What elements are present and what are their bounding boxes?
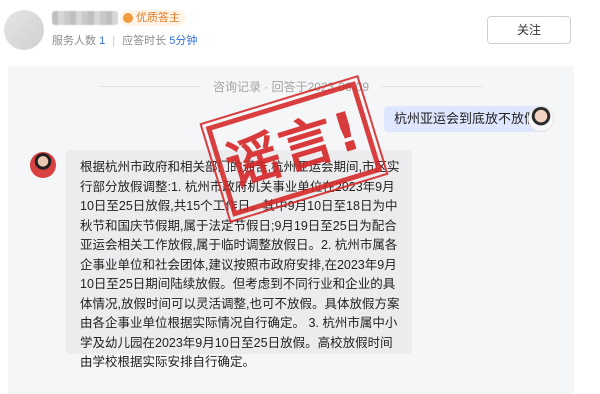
follow-button[interactable]: 关注 bbox=[487, 16, 571, 44]
answerer-stats: 服务人数 1 | 应答时长 5分钟 bbox=[52, 32, 197, 48]
answerer-avatar[interactable] bbox=[4, 10, 44, 50]
answerer-chat-avatar bbox=[30, 152, 56, 178]
answerer-name-blurred bbox=[52, 11, 118, 25]
badge-icon bbox=[123, 13, 133, 23]
service-count-value: 1 bbox=[99, 35, 106, 47]
consultation-record-label: 咨询记录 · 回答于2023-06-09 bbox=[8, 78, 574, 95]
answerer-header: 优质答主 服务人数 1 | 应答时长 5分钟 关注 bbox=[0, 0, 600, 58]
badge-label: 优质答主 bbox=[136, 12, 180, 24]
service-count-label: 服务人数 bbox=[52, 35, 96, 47]
stats-divider: | bbox=[112, 35, 116, 47]
response-time-value: 5分钟 bbox=[169, 35, 198, 47]
response-time-label: 应答时长 bbox=[122, 35, 167, 47]
question-bubble: 杭州亚运会到底放不放假 bbox=[384, 106, 548, 132]
asker-avatar bbox=[528, 106, 554, 132]
quality-answerer-badge: 优质答主 bbox=[120, 10, 186, 26]
